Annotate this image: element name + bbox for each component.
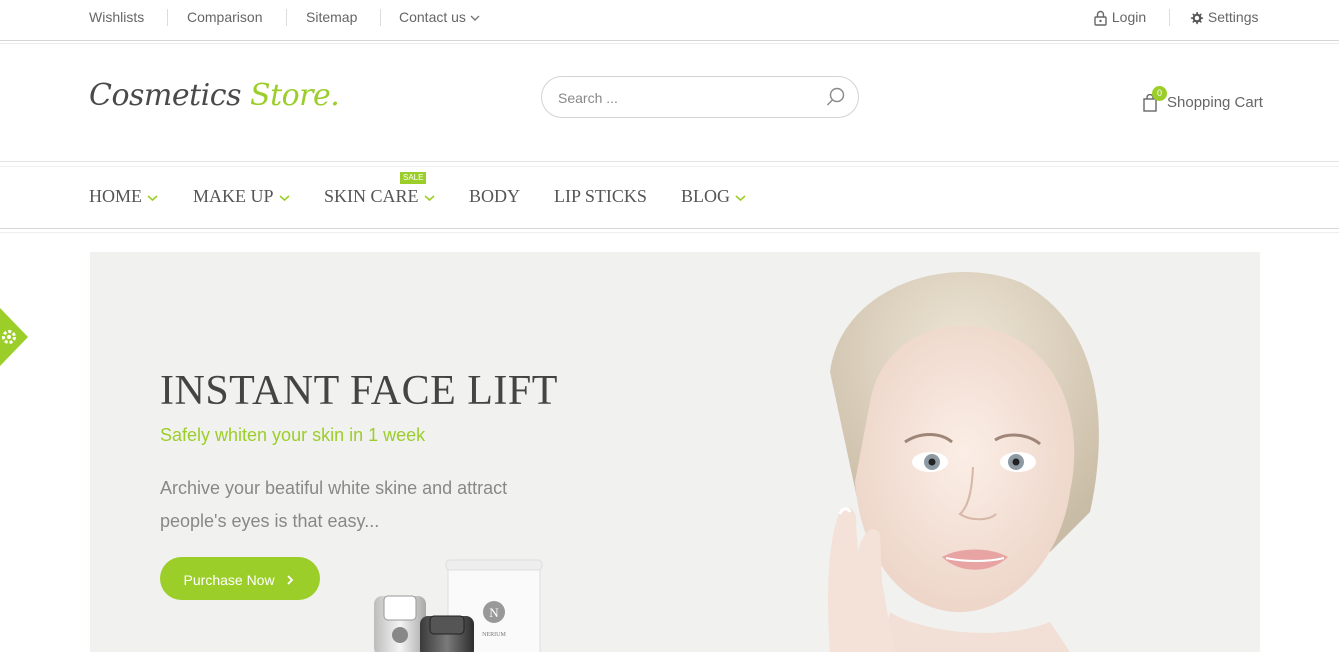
divider xyxy=(1169,9,1170,26)
nav-label: SKIN CARE xyxy=(324,186,419,206)
hero-title: INSTANT FACE LIFT xyxy=(160,368,558,414)
search-input[interactable] xyxy=(556,87,810,109)
product-brand-name: NERIUM xyxy=(482,632,506,638)
nav-item-home[interactable]: HOME xyxy=(89,186,158,207)
login-link[interactable]: Login xyxy=(1093,9,1146,26)
gear-icon xyxy=(1190,11,1204,24)
comparison-link[interactable]: Comparison xyxy=(187,9,262,25)
divider xyxy=(286,9,287,26)
cart-count-badge: 0 xyxy=(1152,86,1167,101)
search-icon xyxy=(826,87,845,106)
nav-label: HOME xyxy=(89,186,142,206)
login-label: Login xyxy=(1111,9,1147,25)
sale-badge: SALE xyxy=(400,172,427,184)
theme-settings-tab[interactable] xyxy=(0,308,28,366)
contact-us-label: Contact us xyxy=(399,9,466,25)
model-portrait-image xyxy=(828,272,1099,652)
search-box xyxy=(541,76,859,118)
nav-item-body[interactable]: BODY xyxy=(469,186,520,207)
nav-item-make-up[interactable]: MAKE UP xyxy=(193,186,290,207)
nav-item-skin-care[interactable]: SKIN CARE xyxy=(324,186,435,207)
hero-slider: INSTANT FACE LIFT Safely whiten your ski… xyxy=(90,252,1260,652)
nav-label: MAKE UP xyxy=(193,186,274,206)
search-button[interactable] xyxy=(826,87,846,112)
divider xyxy=(167,9,168,26)
chevron-down-icon xyxy=(147,195,158,201)
chevron-down-icon xyxy=(735,195,746,201)
settings-link[interactable]: Settings xyxy=(1189,9,1258,26)
purchase-now-button[interactable]: Purchase Now xyxy=(160,557,320,600)
logo-text-store: Store. xyxy=(250,78,340,113)
chevron-down-icon xyxy=(423,195,435,201)
hero-description: Archive your beatiful white skine and at… xyxy=(160,478,508,531)
wishlists-link[interactable]: Wishlists xyxy=(89,9,144,25)
sitemap-link[interactable]: Sitemap xyxy=(306,9,357,25)
contact-us-dropdown[interactable]: Contact us xyxy=(399,9,480,25)
site-logo[interactable]: Cosmetics Store. xyxy=(89,78,340,113)
logo-text-cosmetics: Cosmetics xyxy=(89,78,241,113)
button-label: Purchase Now xyxy=(183,571,275,588)
settings-label: Settings xyxy=(1207,9,1259,25)
nav-label: BLOG xyxy=(681,186,730,206)
hero-subtitle: Safely whiten your skin in 1 week xyxy=(160,425,426,445)
product-image: N NERIUM xyxy=(374,559,543,652)
lock-icon xyxy=(1094,11,1107,26)
nav-label: LIP STICKS xyxy=(554,186,647,206)
chevron-down-icon xyxy=(470,15,480,22)
product-brand-mark: N xyxy=(489,605,499,620)
divider xyxy=(380,9,381,26)
main-nav: HOME MAKE UP SKIN CARE SALE BODY LIP STI… xyxy=(0,161,1339,233)
nav-label: BODY xyxy=(469,186,521,206)
chevron-right-icon xyxy=(287,575,294,585)
nav-item-lip-sticks[interactable]: LIP STICKS xyxy=(554,186,647,207)
chevron-down-icon xyxy=(278,195,290,201)
top-bar: Wishlists Comparison Sitemap Contact us … xyxy=(0,0,1339,44)
cart-label: Shopping Cart xyxy=(1167,94,1263,111)
nav-item-blog[interactable]: BLOG xyxy=(681,186,746,207)
